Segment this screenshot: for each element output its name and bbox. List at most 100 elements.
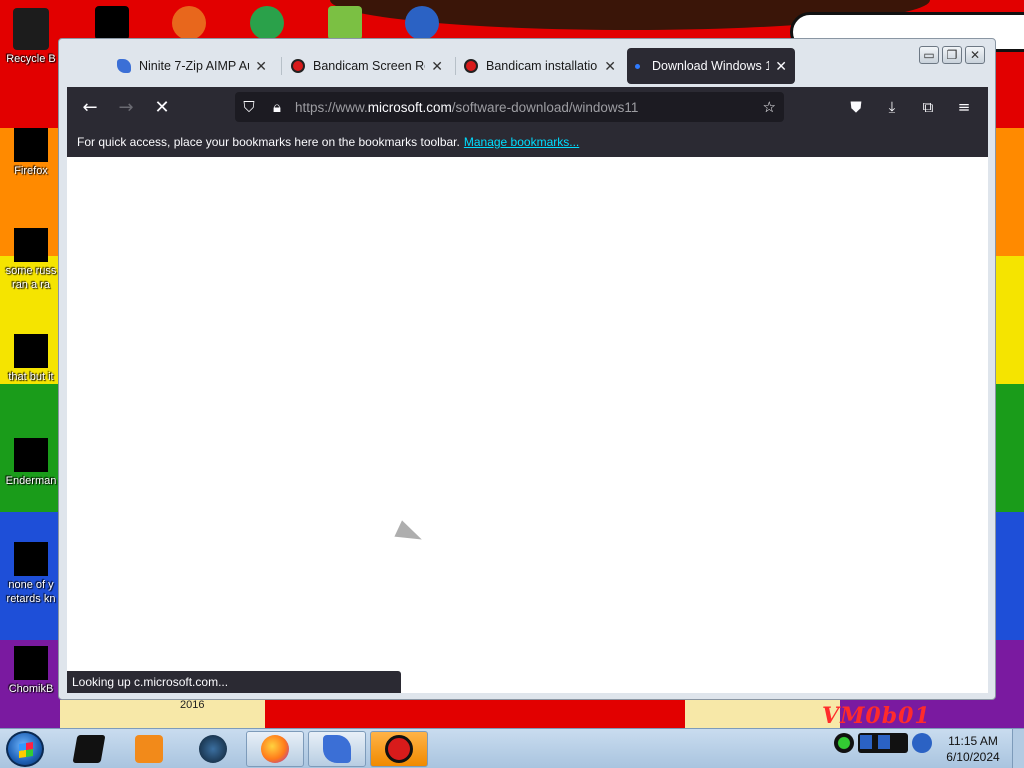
mouse-cursor-icon [394,520,426,548]
chomik-icon [14,646,48,680]
lock-icon[interactable]: 🔒︎ [263,98,291,116]
toolbar-right: ⛊ ⤓ ⧉ ≡ [838,89,982,125]
desktop-icon-russ[interactable]: some russ ran a ra [0,228,62,292]
desktop-icon-top-3[interactable] [250,6,284,40]
bandicam-icon [385,735,413,763]
tab-ninite[interactable]: Ninite 7-Zip AIMP Au ✕ [109,48,275,84]
desktop-icon-top-1[interactable] [95,6,129,40]
taskbar-app-media[interactable] [120,731,178,767]
tab-bandicam-screen[interactable]: Bandicam Screen Rec ✕ [283,48,451,84]
tab-bar: Ninite 7-Zip AIMP Au ✕ Bandicam Screen R… [59,39,995,91]
volume-icon[interactable] [912,733,932,753]
ninite-icon [323,735,351,763]
tab-close-icon[interactable]: ✕ [255,58,267,75]
media-player-icon [135,735,163,763]
desktop-icon-recycle-bin[interactable]: Recycle B [0,8,62,66]
status-panel: Looking up c.microsoft.com... [67,671,401,693]
start-button[interactable] [6,731,44,767]
desktop-icon-label: Recycle B [6,53,56,65]
url-prefix: https://www. [295,99,368,115]
desktop-icon-label: some russ ran a ra [5,265,57,291]
desktop-icon-that-but[interactable]: that but it [0,334,62,384]
url-text[interactable]: https://www.microsoft.com/software-downl… [295,100,638,115]
ninite-favicon-icon [117,59,131,73]
tab-title: Ninite 7-Zip AIMP Au [139,59,250,73]
desktop-icon-top-4[interactable] [328,6,362,40]
bookmarks-message: For quick access, place your bookmarks h… [77,135,460,149]
pocket-icon[interactable]: ⛊ [838,89,874,125]
maximize-button[interactable]: ❐ [942,46,962,64]
bandicam-favicon-icon [291,59,305,73]
extensions-icon[interactable]: ⧉ [910,89,946,125]
back-button[interactable]: ← [72,89,108,125]
display-icon[interactable] [878,735,890,749]
file-icon [14,334,48,368]
tab-separator [281,57,282,75]
desktop-icon-firefox[interactable]: Firefox [0,128,62,178]
desktop-icon-label: Firefox [14,165,48,177]
taskbar-app-browser[interactable] [184,731,242,767]
bandicam-favicon-icon [464,59,478,73]
file-icon [14,228,48,262]
browser-globe-icon [199,735,227,763]
windows-logo-icon [19,742,33,758]
tab-title: Download Windows 1 [652,59,770,73]
url-domain: microsoft.com [367,99,452,115]
close-button[interactable]: ✕ [965,46,985,64]
desktop-icon-label: none of y retards kn [6,579,56,605]
loading-dot-icon [635,63,640,69]
firefox-icon [14,128,48,162]
tab-title: Bandicam installation [486,59,599,73]
url-path: /software-download/windows11 [451,99,639,115]
manage-bookmarks-link[interactable]: Manage bookmarks... [464,135,579,149]
desktop-icon-chomik[interactable]: ChomikB [0,646,62,696]
browser-window: Ninite 7-Zip AIMP Au ✕ Bandicam Screen R… [58,38,996,700]
tab-close-icon[interactable]: ✕ [431,58,443,75]
status-green-icon[interactable] [834,733,854,753]
taskbar: 11:15 AM 6/10/2024 [0,728,1024,768]
minimize-button[interactable]: ▭ [919,46,939,64]
shield-icon[interactable]: ⛉ [235,98,263,116]
wallpaper-art-bottom-red [265,700,685,728]
system-tray [834,733,932,753]
menu-icon[interactable]: ≡ [946,89,982,125]
bookmark-star-icon[interactable]: ☆ [763,98,776,116]
taskbar-app-ninite[interactable] [308,731,366,767]
tab-download-windows[interactable]: Download Windows 1 ✕ [627,48,795,84]
window-controls: ▭ ❐ ✕ [919,46,985,64]
taskbar-clock[interactable]: 11:15 AM 6/10/2024 [935,733,1011,765]
wallpaper-year-text: 2016 [180,699,205,711]
show-desktop-button[interactable] [1012,729,1024,768]
page-content[interactable]: Looking up c.microsoft.com... [67,157,988,693]
command-prompt-icon [72,735,106,763]
taskbar-app-firefox[interactable] [246,731,304,767]
bookmarks-toolbar: For quick access, place your bookmarks h… [67,127,988,157]
recycle-bin-icon [13,8,49,50]
clock-date: 6/10/2024 [946,750,1000,764]
tab-close-icon[interactable]: ✕ [775,58,787,75]
downloads-icon[interactable]: ⤓ [874,89,910,125]
file-icon [14,542,48,576]
taskbar-app-cmd[interactable] [60,731,118,767]
desktop-icon-none-of[interactable]: none of y retards kn [0,542,62,606]
desktop-icon-enderman[interactable]: Enderman [0,438,62,488]
desktop-icon-label: that but it [8,371,54,383]
desktop-icon-label: Enderman [5,475,57,487]
desktop-icon-label: ChomikB [8,683,54,695]
wallpaper-vm-text: VM0b01 [822,703,931,729]
tab-title: Bandicam Screen Rec [313,59,426,73]
address-bar[interactable]: ⛉ 🔒︎ https://www.microsoft.com/software-… [235,92,784,122]
stop-button[interactable]: ✕ [144,89,180,125]
network-icon[interactable] [860,735,872,749]
clock-time: 11:15 AM [948,734,998,748]
file-icon [14,438,48,472]
navigation-toolbar: ← → ✕ ⛉ 🔒︎ https://www.microsoft.com/sof… [67,87,988,127]
taskbar-app-bandicam[interactable] [370,731,428,767]
tab-close-icon[interactable]: ✕ [604,58,616,75]
tray-icons-group [858,733,908,753]
forward-button[interactable]: → [108,89,144,125]
desktop-icon-top-2[interactable] [172,6,206,40]
desktop-icon-top-5[interactable] [405,6,439,40]
tab-bandicam-installation[interactable]: Bandicam installation ✕ [456,48,624,84]
firefox-icon [261,735,289,763]
